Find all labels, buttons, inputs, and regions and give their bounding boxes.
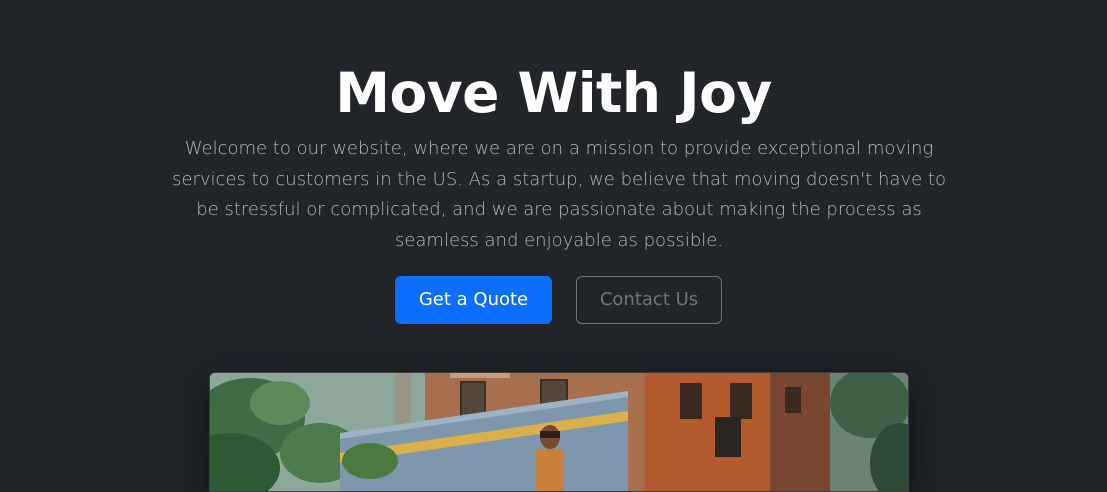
hero-lead-text: Welcome to our website, where we are on … (172, 138, 946, 251)
contact-us-button[interactable]: Contact Us (576, 276, 722, 324)
get-quote-button[interactable]: Get a Quote (395, 276, 552, 324)
hero-image (209, 372, 909, 492)
hero-section: Move With Joy Welcome to our website, wh… (0, 0, 1107, 492)
hero-title: Move With Joy (335, 61, 772, 125)
